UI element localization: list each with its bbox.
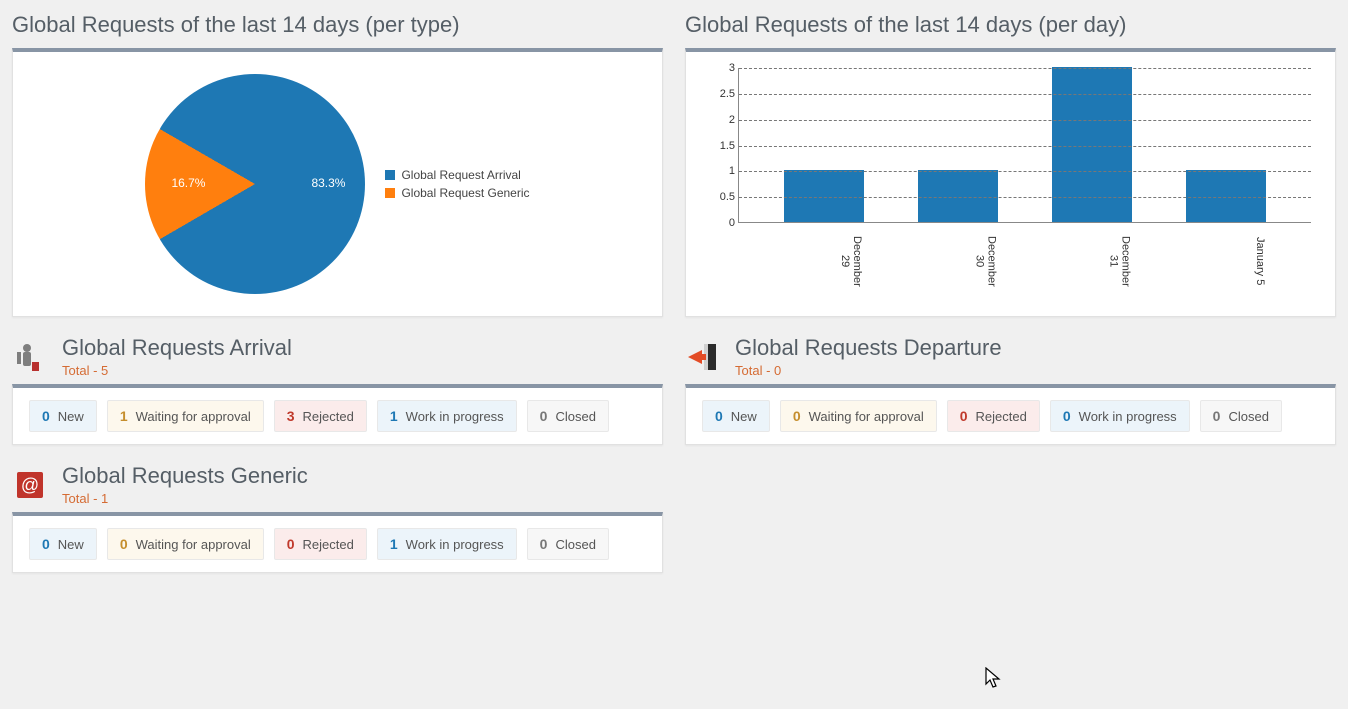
pie-slice-label: 16.7%	[171, 176, 205, 190]
y-tick-label: 2.5	[711, 88, 735, 100]
y-tick-label: 0	[711, 217, 735, 229]
x-tick-label: January 5	[1186, 223, 1266, 293]
stat-departure-waiting[interactable]: 0Waiting for approval	[780, 400, 937, 432]
stat-arrival-new[interactable]: 0New	[29, 400, 97, 432]
x-tick-label: December 31	[1052, 223, 1132, 293]
departure-title: Global Requests Departure	[735, 335, 1002, 361]
stat-departure-closed[interactable]: 0Closed	[1200, 400, 1282, 432]
y-tick-label: 0.5	[711, 191, 735, 203]
arrival-title: Global Requests Arrival	[62, 335, 292, 361]
bar	[1052, 67, 1132, 222]
arrival-icon	[12, 339, 48, 375]
section-generic: @ Global Requests Generic Total - 1 0New…	[12, 463, 663, 573]
dashboard: Global Requests of the last 14 days (per…	[12, 12, 1336, 573]
arrival-total: Total - 5	[62, 363, 292, 378]
mouse-cursor-icon	[985, 667, 1003, 689]
stat-departure-rejected[interactable]: 0Rejected	[947, 400, 1040, 432]
panel-bar: Global Requests of the last 14 days (per…	[685, 12, 1336, 317]
pie-chart: 83.3% 16.7%	[145, 74, 365, 294]
stat-generic-work[interactable]: 1Work in progress	[377, 528, 517, 560]
generic-icon: @	[12, 467, 48, 503]
svg-text:@: @	[21, 475, 39, 495]
section-departure: Global Requests Departure Total - 0 0New…	[685, 335, 1336, 445]
panel-pie: Global Requests of the last 14 days (per…	[12, 12, 663, 317]
legend-item: Global Request Generic	[385, 186, 529, 200]
departure-total: Total - 0	[735, 363, 1002, 378]
pie-legend: Global Request Arrival Global Request Gen…	[385, 168, 529, 200]
section-arrival: Global Requests Arrival Total - 5 0New 1…	[12, 335, 663, 445]
stat-departure-new[interactable]: 0New	[702, 400, 770, 432]
y-tick-label: 3	[711, 62, 735, 74]
x-tick-label: December 30	[917, 223, 997, 293]
stat-generic-waiting[interactable]: 0Waiting for approval	[107, 528, 264, 560]
x-tick-label: December 29	[783, 223, 863, 293]
pie-title: Global Requests of the last 14 days (per…	[12, 12, 663, 38]
stat-departure-work[interactable]: 0Work in progress	[1050, 400, 1190, 432]
stat-arrival-closed[interactable]: 0Closed	[527, 400, 609, 432]
stat-arrival-work[interactable]: 1Work in progress	[377, 400, 517, 432]
bar-title: Global Requests of the last 14 days (per…	[685, 12, 1336, 38]
bar-card: 00.511.522.53 December 29December 30Dece…	[685, 48, 1336, 317]
stat-generic-new[interactable]: 0New	[29, 528, 97, 560]
y-tick-label: 1	[711, 165, 735, 177]
legend-item: Global Request Arrival	[385, 168, 529, 182]
y-tick-label: 1.5	[711, 140, 735, 152]
generic-total: Total - 1	[62, 491, 308, 506]
generic-title: Global Requests Generic	[62, 463, 308, 489]
pie-slice-label: 83.3%	[311, 176, 345, 190]
pie-card: 83.3%16.7% Global Request ArrivalGlobal …	[12, 48, 663, 317]
stat-generic-closed[interactable]: 0Closed	[527, 528, 609, 560]
bar-chart: 00.511.522.53	[738, 68, 1311, 223]
departure-icon	[685, 339, 721, 375]
stat-generic-rejected[interactable]: 0Rejected	[274, 528, 367, 560]
stat-arrival-waiting[interactable]: 1Waiting for approval	[107, 400, 264, 432]
stat-arrival-rejected[interactable]: 3Rejected	[274, 400, 367, 432]
y-tick-label: 2	[711, 114, 735, 126]
